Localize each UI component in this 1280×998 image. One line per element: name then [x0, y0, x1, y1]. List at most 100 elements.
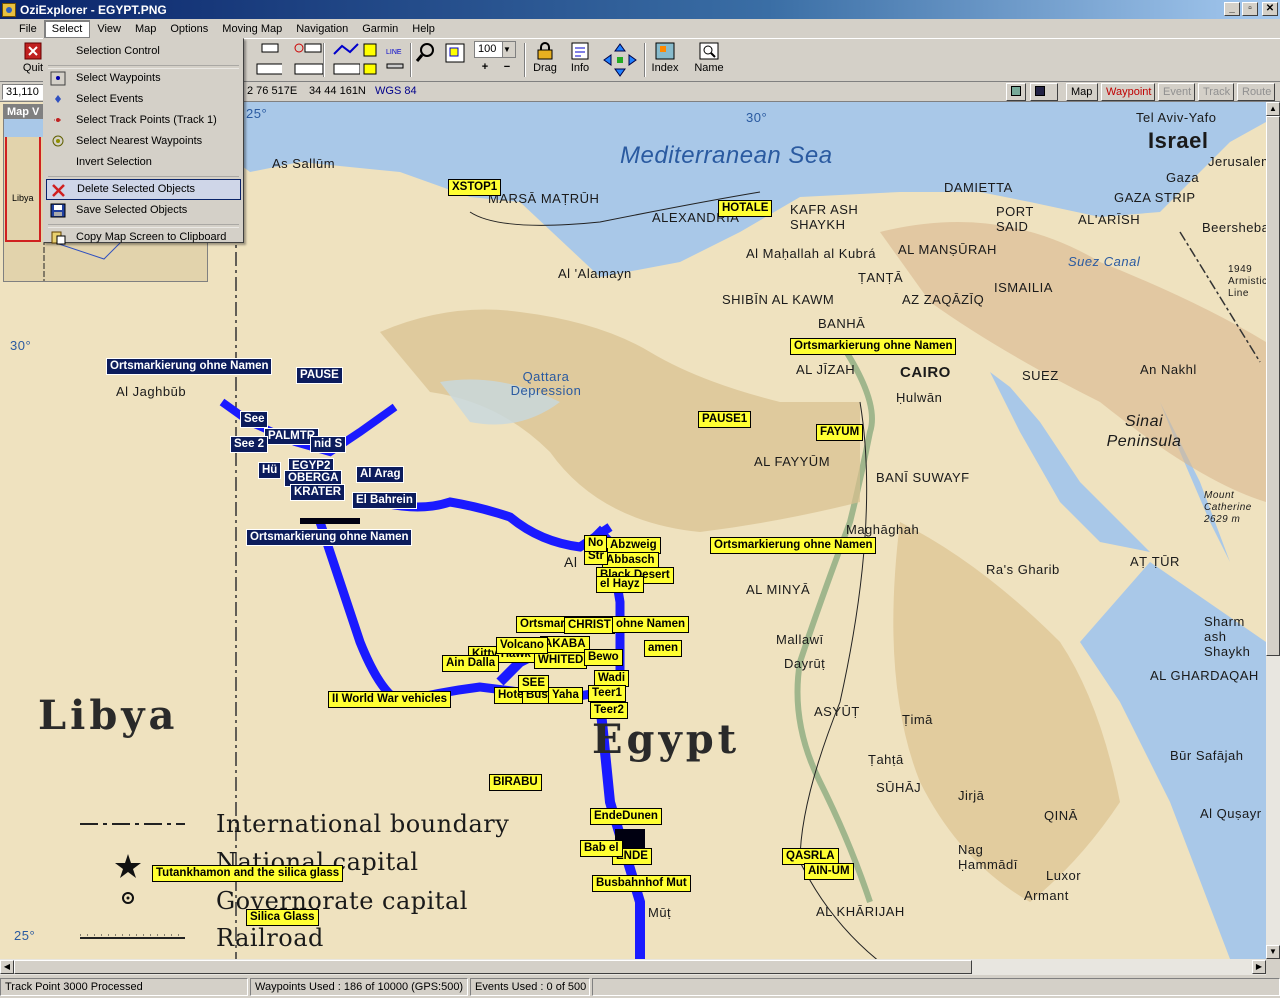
waypoint-dark[interactable]: See	[240, 411, 269, 428]
tab-waypoint[interactable]: Waypoint	[1101, 83, 1155, 101]
tab-map[interactable]: Map	[1066, 83, 1098, 101]
zoom-window-button[interactable]	[442, 41, 466, 79]
index-button[interactable]: Index	[650, 41, 680, 79]
save-display-button[interactable]	[1030, 83, 1058, 101]
show-tracks-button[interactable]	[328, 41, 361, 79]
waypoint[interactable]: PAUSE1	[698, 411, 752, 428]
drag-button[interactable]: Drag	[530, 41, 560, 79]
latitude-30: 30°	[10, 338, 32, 353]
horizontal-scrollbar[interactable]: ◀ ▶	[0, 959, 1266, 975]
waypoint[interactable]: CHRIST	[564, 617, 615, 634]
menu-item-delete-selected-objects[interactable]: Delete Selected Objects	[46, 179, 241, 200]
waypoint[interactable]: HOTALE	[718, 200, 773, 217]
menu-item-select-nearest-waypoints[interactable]: Select Nearest Waypoints	[46, 131, 241, 152]
tab-track[interactable]: Track	[1198, 83, 1234, 101]
menu-item-invert-selection[interactable]: Invert Selection	[46, 152, 241, 173]
menu-item-selection-control[interactable]: Selection Control	[46, 41, 241, 62]
menu-map[interactable]: Map	[128, 21, 163, 37]
waypoint[interactable]: el Hayz	[596, 576, 644, 593]
menu-item-select-waypoints[interactable]: Select Waypoints	[46, 68, 241, 89]
maximize-button[interactable]: ▫	[1242, 2, 1258, 16]
waypoint[interactable]: amen	[644, 640, 683, 657]
menu-item-save-selected-objects[interactable]: Save Selected Objects	[46, 200, 241, 221]
waypoint[interactable]: No	[584, 535, 608, 552]
route-icon	[361, 42, 383, 75]
waypoint[interactable]: Bewo	[584, 649, 623, 666]
zoom-out-button[interactable]: −	[504, 61, 510, 73]
zoom-tool-button[interactable]	[415, 41, 437, 79]
minimize-button[interactable]: _	[1224, 2, 1240, 16]
title-bar: OziExplorer - EGYPT.PNG _ ▫ ✕	[0, 0, 1280, 19]
close-button[interactable]: ✕	[1262, 2, 1278, 16]
waypoint-dark[interactable]: Ortsmarkierung ohne Namen	[106, 358, 273, 375]
waypoint[interactable]: Bab el	[580, 840, 623, 857]
town-suhaj: SŪHĀJ	[876, 780, 922, 795]
map-overview-country: Libya	[12, 193, 34, 203]
waypoint[interactable]: Busbahnhof Mut	[592, 875, 691, 892]
menu-item-select-track-points[interactable]: Select Track Points (Track 1)	[46, 110, 241, 131]
route-button[interactable]	[361, 41, 383, 79]
legend-railroad: Railroad	[216, 924, 324, 952]
menu-navigation[interactable]: Navigation	[289, 21, 355, 37]
waypoint[interactable]: Teer1	[588, 685, 626, 702]
scroll-up-icon[interactable]: ▲	[1266, 102, 1280, 116]
vertical-scrollbar[interactable]: ▲ ▼	[1266, 102, 1280, 959]
show-waypoints-button[interactable]	[251, 41, 284, 79]
waypoint[interactable]: XSTOP1	[448, 179, 502, 196]
waypoint-dark[interactable]: Al Arag	[356, 466, 405, 483]
scroll-right-icon[interactable]: ▶	[1252, 960, 1266, 974]
move-arrows-button[interactable]	[600, 41, 640, 79]
horizontal-scroll-thumb[interactable]	[14, 960, 972, 974]
zoom-select[interactable]: 100 ▼	[474, 41, 516, 58]
town-al-jizah: AL JĪZAH	[796, 362, 856, 377]
info-button[interactable]: Info	[566, 41, 594, 79]
menu-select[interactable]: Select	[43, 19, 91, 38]
town-suez: SUEZ	[1022, 368, 1059, 383]
waypoint[interactable]: AIN-UM	[804, 863, 854, 880]
waypoint[interactable]: Ain Dalla	[442, 655, 500, 672]
waypoint-dark[interactable]: El Bahrein	[352, 492, 417, 509]
nearest-icon	[50, 134, 66, 149]
waypoint[interactable]: Ortsmarkierung ohne Namen	[790, 338, 957, 355]
waypoint[interactable]: ohne Namen	[612, 616, 690, 633]
waypoint[interactable]: BIRABU	[489, 774, 542, 791]
menu-garmin[interactable]: Garmin	[355, 21, 405, 37]
waypoint[interactable]: Yaha	[548, 687, 583, 704]
town-al-mansurah: AL MANṢŪRAH	[898, 242, 997, 257]
disk-icon	[1035, 86, 1045, 96]
waypoint[interactable]: SEE	[518, 675, 550, 692]
waypoint[interactable]: EndeDunen	[590, 808, 662, 825]
waypoint-dark[interactable]: KRATER	[290, 484, 346, 501]
waypoint-dark[interactable]: PAUSE	[296, 367, 343, 384]
tab-route[interactable]: Route	[1237, 83, 1275, 101]
menu-view[interactable]: View	[90, 21, 128, 37]
waypoint[interactable]: Tutankhamon and the silica glass	[152, 865, 344, 882]
menu-item-copy-map-screen[interactable]: Copy Map Screen to Clipboard	[46, 227, 241, 248]
vertical-scroll-thumb[interactable]	[1266, 116, 1280, 656]
menu-options[interactable]: Options	[163, 21, 215, 37]
menu-moving-map[interactable]: Moving Map	[215, 21, 289, 37]
waypoint[interactable]: Ortsmarkierung ohne Namen	[710, 537, 877, 554]
waypoint-dark[interactable]: Hü	[258, 462, 282, 479]
waypoint-dark[interactable]: See 2	[230, 436, 269, 453]
scroll-left-icon[interactable]: ◀	[0, 960, 14, 974]
waypoint[interactable]: FAYUM	[816, 424, 864, 441]
menu-item-select-events[interactable]: Select Events	[46, 89, 241, 110]
menu-help[interactable]: Help	[405, 21, 442, 37]
tab-event[interactable]: Event	[1158, 83, 1195, 101]
zoom-in-button[interactable]: +	[482, 61, 488, 73]
town-hulwan: Ḥulwān	[896, 390, 943, 405]
waypoint-dark[interactable]: Ortsmarkierung ohne Namen	[246, 529, 413, 546]
waypoint-dark[interactable]: nid S	[310, 436, 347, 453]
show-events-button[interactable]	[287, 41, 324, 79]
waypoint[interactable]: WHITED	[534, 652, 588, 669]
waypoint[interactable]: Silica Glass	[246, 909, 319, 926]
menu-file[interactable]: File	[12, 21, 44, 37]
waypoint[interactable]: II World War vehicles	[328, 691, 452, 708]
name-button[interactable]: Name	[692, 41, 726, 79]
waypoint[interactable]: Teer2	[590, 702, 628, 719]
scroll-down-icon[interactable]: ▼	[1266, 945, 1280, 959]
waypoint[interactable]: Volcano	[496, 637, 548, 654]
map-image-button[interactable]	[1006, 83, 1026, 101]
line-button[interactable]: LINE	[385, 41, 407, 79]
